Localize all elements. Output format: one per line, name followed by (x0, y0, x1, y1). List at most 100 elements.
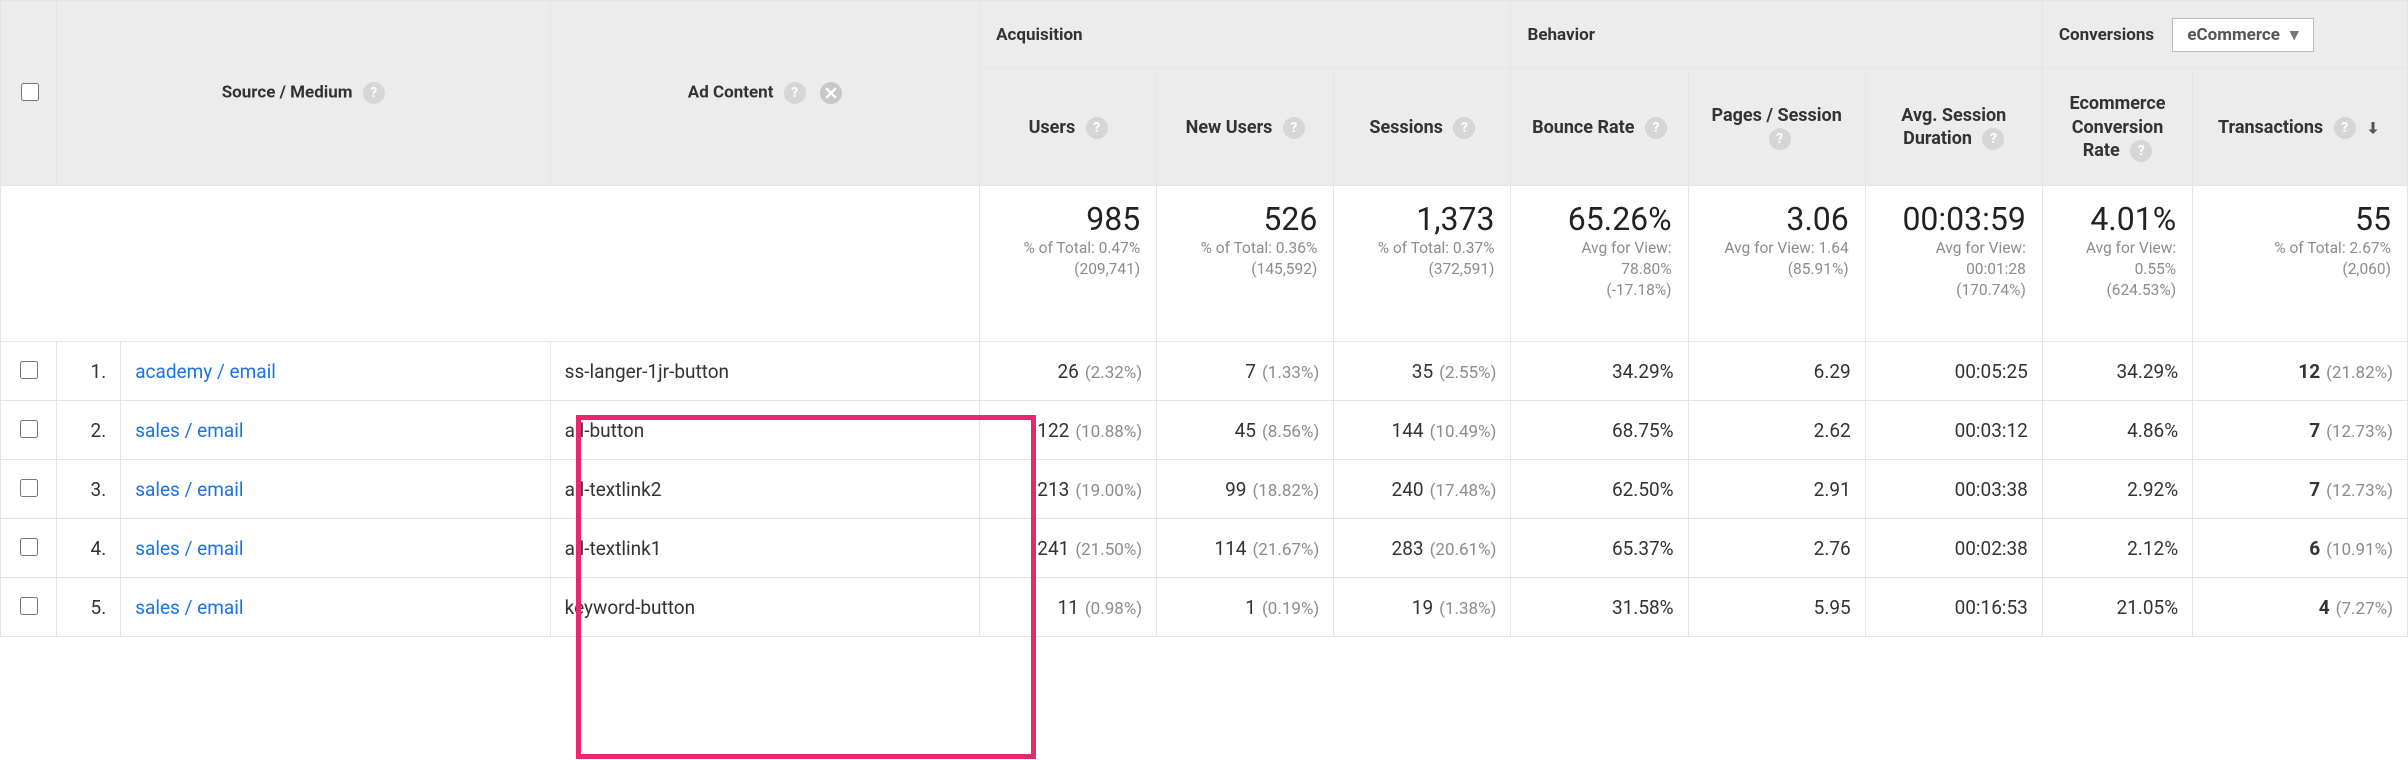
ecr-cell: 2.12% (2042, 519, 2192, 578)
ad-content-header[interactable]: Ad Content ? (550, 1, 979, 186)
help-icon[interactable]: ? (1453, 117, 1475, 139)
totals-row: 985% of Total: 0.47%(209,741) 526% of To… (1, 186, 2408, 342)
sessions-cell: 35(2.55%) (1334, 342, 1511, 401)
new-users-cell: 45(8.56%) (1157, 401, 1334, 460)
ad-content-cell: all-textlink2 (550, 460, 979, 519)
totals-new-users: 526% of Total: 0.36%(145,592) (1157, 186, 1334, 342)
duration-cell: 00:03:12 (1865, 401, 2042, 460)
help-icon[interactable]: ? (1769, 128, 1791, 150)
source-medium-link[interactable]: sales / email (135, 537, 243, 560)
help-icon[interactable]: ? (363, 82, 385, 104)
behavior-group-header: Behavior (1511, 1, 2042, 69)
source-medium-header[interactable]: Source / Medium ? (56, 1, 550, 186)
totals-ecr: 4.01%Avg for View: 0.55%(624.53%) (2042, 186, 2192, 342)
duration-cell: 00:02:38 (1865, 519, 2042, 578)
row-checkbox-cell (1, 401, 57, 460)
bounce-cell: 62.50% (1511, 460, 1688, 519)
ecr-header[interactable]: Ecommerce Conversion Rate ? (2042, 69, 2192, 186)
row-checkbox[interactable] (20, 538, 38, 556)
row-checkbox-cell (1, 460, 57, 519)
users-cell: 26(2.32%) (980, 342, 1157, 401)
pages-cell: 5.95 (1688, 578, 1865, 637)
row-number: 4. (56, 519, 120, 578)
help-icon[interactable]: ? (2130, 140, 2152, 162)
transactions-cell: 6(10.91%) (2193, 519, 2408, 578)
help-icon[interactable]: ? (1283, 117, 1305, 139)
transactions-cell: 4(7.27%) (2193, 578, 2408, 637)
pages-cell: 2.76 (1688, 519, 1865, 578)
table-row: 5.sales / emailkeyword-button11(0.98%)1(… (1, 578, 2408, 637)
transactions-cell: 7(12.73%) (2193, 460, 2408, 519)
row-checkbox[interactable] (20, 361, 38, 379)
source-medium-link[interactable]: sales / email (135, 419, 243, 442)
table-row: 2.sales / emailall-button122(10.88%)45(8… (1, 401, 2408, 460)
users-cell: 241(21.50%) (980, 519, 1157, 578)
source-medium-link[interactable]: sales / email (135, 596, 243, 619)
select-all-checkbox[interactable] (21, 83, 39, 101)
users-cell: 11(0.98%) (980, 578, 1157, 637)
conversions-dropdown[interactable]: eCommerce (2172, 18, 2313, 52)
source-medium-cell: sales / email (121, 578, 550, 637)
conversions-group-header: Conversions eCommerce (2042, 1, 2407, 69)
totals-bounce-rate: 65.26%Avg for View: 78.80%(-17.18%) (1511, 186, 1688, 342)
table-row: 3. sales / email all-textlink2213(19.00%)9… (1, 460, 2408, 519)
remove-dimension-icon[interactable] (820, 82, 842, 104)
sessions-header[interactable]: Sessions ? (1334, 69, 1511, 186)
bounce-cell: 68.75% (1511, 401, 1688, 460)
help-icon[interactable]: ? (1982, 128, 2004, 150)
transactions-header[interactable]: Transactions ? (2193, 69, 2408, 186)
acquisition-group-header: Acquisition (980, 1, 1511, 69)
table-body: 985% of Total: 0.47%(209,741) 526% of To… (1, 186, 2408, 637)
sessions-cell: 144(10.49%) (1334, 401, 1511, 460)
ecr-cell: 2.92% (2042, 460, 2192, 519)
source-medium-cell: sales / email (121, 460, 550, 519)
pages-cell: 6.29 (1688, 342, 1865, 401)
totals-users: 985% of Total: 0.47%(209,741) (980, 186, 1157, 342)
transactions-cell: 12(21.82%) (2193, 342, 2408, 401)
avg-duration-header[interactable]: Avg. Session Duration ? (1865, 69, 2042, 186)
source-medium-cell: sales / email (121, 519, 550, 578)
row-checkbox[interactable] (20, 420, 38, 438)
new-users-cell: 99(18.82%) (1157, 460, 1334, 519)
help-icon[interactable]: ? (1086, 117, 1108, 139)
ecr-cell: 21.05% (2042, 578, 2192, 637)
bounce-cell: 65.37% (1511, 519, 1688, 578)
select-all-header[interactable] (1, 1, 57, 186)
ecr-cell: 34.29% (2042, 342, 2192, 401)
row-checkbox-cell (1, 342, 57, 401)
help-icon[interactable]: ? (784, 82, 806, 104)
row-checkbox[interactable] (20, 597, 38, 615)
users-cell: 213(19.00%) (980, 460, 1157, 519)
sessions-cell: 283(20.61%) (1334, 519, 1511, 578)
table-row: 4.sales / emailall-textlink1241(21.50%)1… (1, 519, 2408, 578)
users-cell: 122(10.88%) (980, 401, 1157, 460)
row-checkbox[interactable] (20, 479, 38, 497)
new-users-header[interactable]: New Users ? (1157, 69, 1334, 186)
table-row: 1.academy / emailss-langer-1jr-button26(… (1, 342, 2408, 401)
analytics-table: Source / Medium ? Ad Content ? Acquisiti… (0, 0, 2408, 637)
sessions-label: Sessions (1369, 117, 1443, 138)
ad-content-cell: all-button (550, 401, 979, 460)
source-medium-link[interactable]: academy / email (135, 360, 276, 383)
pages-cell: 2.62 (1688, 401, 1865, 460)
sort-desc-icon[interactable] (2360, 117, 2382, 138)
pages-session-header[interactable]: Pages / Session ? (1688, 69, 1865, 186)
new-users-label: New Users (1186, 117, 1273, 138)
help-icon[interactable]: ? (2334, 117, 2356, 139)
ad-content-cell: ss-langer-1jr-button (550, 342, 979, 401)
pages-cell: 2.91 (1688, 460, 1865, 519)
duration-cell: 00:03:38 (1865, 460, 2042, 519)
row-number: 3. (56, 460, 120, 519)
bounce-cell: 34.29% (1511, 342, 1688, 401)
new-users-cell: 7(1.33%) (1157, 342, 1334, 401)
conversions-label: Conversions (2059, 25, 2154, 45)
help-icon[interactable]: ? (1645, 117, 1667, 139)
users-header[interactable]: Users ? (980, 69, 1157, 186)
row-checkbox-cell (1, 519, 57, 578)
pages-session-label: Pages / Session (1711, 105, 1841, 126)
duration-cell: 00:16:53 (1865, 578, 2042, 637)
totals-duration: 00:03:59Avg for View: 00:01:28(170.74%) (1865, 186, 2042, 342)
ecr-cell: 4.86% (2042, 401, 2192, 460)
source-medium-link[interactable]: sales / email (135, 478, 243, 501)
bounce-rate-header[interactable]: Bounce Rate ? (1511, 69, 1688, 186)
